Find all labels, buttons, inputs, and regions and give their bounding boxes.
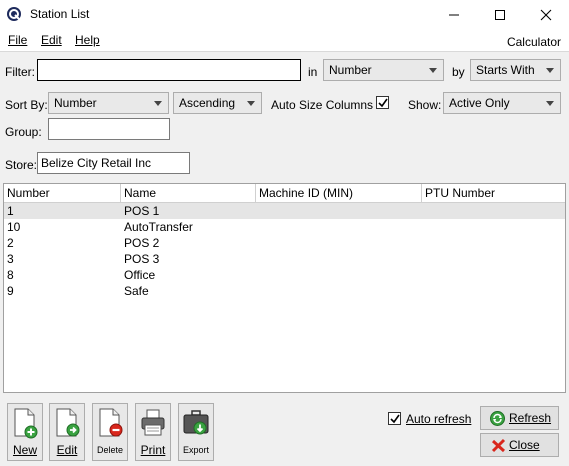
cell-name: POS 3 — [124, 252, 160, 266]
menu-calculator[interactable]: Calculator — [507, 35, 561, 49]
sort-field-dropdown[interactable]: Number — [48, 92, 169, 114]
menu-divider — [0, 51, 569, 52]
cell-name: AutoTransfer — [124, 220, 193, 234]
chevron-down-icon — [247, 101, 255, 106]
auto-refresh-label: Auto refresh — [406, 412, 472, 426]
menu-file[interactable]: File — [8, 33, 27, 47]
close-button-label: Close — [509, 438, 540, 452]
chevron-down-icon — [546, 68, 554, 73]
cell-number: 9 — [7, 284, 14, 298]
menu-bar: File Edit Help Calculator — [0, 29, 569, 51]
new-document-icon — [14, 408, 38, 439]
column-header-number[interactable]: Number — [4, 184, 121, 202]
checkmark-icon — [378, 98, 388, 108]
menu-edit[interactable]: Edit — [41, 33, 62, 47]
table-row[interactable]: 8 Office — [4, 267, 565, 283]
sort-field-value: Number — [54, 96, 97, 110]
table-row[interactable]: 1 POS 1 — [4, 203, 565, 219]
filter-in-dropdown[interactable]: Number — [323, 59, 444, 81]
store-value: Belize City Retail Inc — [41, 156, 152, 170]
minimize-icon — [449, 14, 459, 15]
column-header-machine-id[interactable]: Machine ID (MIN) — [256, 184, 422, 202]
printer-icon — [141, 409, 165, 436]
table-row[interactable]: 3 POS 3 — [4, 251, 565, 267]
cell-number: 10 — [7, 220, 21, 234]
menu-file-label: File — [8, 33, 28, 47]
edit-button[interactable]: Edit — [49, 403, 85, 461]
delete-button[interactable]: Delete — [92, 403, 128, 461]
delete-button-label: Delete — [96, 445, 123, 455]
export-briefcase-icon — [183, 410, 209, 435]
auto-size-columns-label: Auto Size Columns — [271, 98, 374, 112]
new-button-label: New — [12, 443, 37, 457]
filter-by-label: by — [452, 65, 465, 79]
export-button[interactable]: Export — [178, 403, 214, 461]
filter-label: Filter: — [5, 65, 35, 79]
store-field[interactable]: Belize City Retail Inc — [37, 152, 190, 174]
cell-name: POS 2 — [124, 236, 160, 250]
auto-refresh-checkbox[interactable] — [388, 412, 401, 425]
store-label: Store: — [5, 158, 38, 172]
chevron-down-icon — [546, 101, 554, 106]
title-bar[interactable]: Station List — [0, 0, 569, 29]
edit-button-label: Edit — [56, 443, 78, 457]
close-icon — [540, 9, 552, 20]
show-value: Active Only — [449, 96, 510, 110]
show-dropdown[interactable]: Active Only — [443, 92, 561, 114]
sort-order-value: Ascending — [179, 96, 236, 110]
checkmark-icon — [390, 414, 400, 424]
edit-document-icon — [56, 408, 80, 437]
app-logo-icon — [7, 7, 21, 21]
window-title: Station List — [30, 7, 90, 21]
print-button-label: Print — [140, 443, 166, 457]
column-header-ptu-number[interactable]: PTU Number — [422, 184, 565, 202]
filter-in-label: in — [308, 65, 318, 79]
sort-by-label: Sort By: — [5, 98, 48, 112]
export-button-label: Export — [182, 445, 209, 455]
refresh-icon — [490, 411, 505, 426]
close-button[interactable]: Close — [480, 433, 559, 457]
refresh-button[interactable]: Refresh — [480, 406, 559, 430]
station-grid[interactable]: Number Name Machine ID (MIN) PTU Number … — [3, 183, 566, 393]
sort-order-dropdown[interactable]: Ascending — [173, 92, 262, 114]
cell-number: 3 — [7, 252, 14, 266]
filter-by-value: Starts With — [476, 63, 535, 77]
filter-by-dropdown[interactable]: Starts With — [470, 59, 561, 81]
cell-number: 2 — [7, 236, 14, 250]
cell-name: Safe — [124, 284, 149, 298]
menu-edit-label: Edit — [41, 33, 62, 47]
chevron-down-icon — [154, 101, 162, 106]
cell-number: 1 — [7, 204, 14, 218]
filter-in-value: Number — [329, 63, 372, 77]
table-row[interactable]: 10 AutoTransfer — [4, 219, 565, 235]
delete-document-icon — [99, 408, 123, 437]
auto-size-columns-checkbox[interactable] — [376, 96, 389, 109]
close-window-button[interactable] — [523, 0, 569, 29]
refresh-button-label: Refresh — [509, 411, 552, 425]
table-row[interactable]: 2 POS 2 — [4, 235, 565, 251]
new-button[interactable]: New — [7, 403, 43, 461]
menu-help[interactable]: Help — [75, 33, 100, 47]
chevron-down-icon — [429, 68, 437, 73]
column-header-name[interactable]: Name — [121, 184, 256, 202]
close-x-icon — [491, 438, 506, 453]
show-label: Show: — [408, 98, 442, 112]
table-row[interactable]: 9 Safe — [4, 283, 565, 299]
cell-number: 8 — [7, 268, 14, 282]
cell-name: Office — [124, 268, 156, 282]
grid-header: Number Name Machine ID (MIN) PTU Number — [4, 184, 565, 203]
maximize-button[interactable] — [477, 0, 523, 29]
minimize-button[interactable] — [431, 0, 477, 29]
station-list-window: Station List File Edit Help Calculator F… — [0, 0, 569, 466]
cell-name: POS 1 — [124, 204, 160, 218]
maximize-icon — [495, 9, 505, 20]
filter-input[interactable] — [37, 59, 301, 81]
print-button[interactable]: Print — [135, 403, 171, 461]
group-input[interactable] — [48, 118, 170, 140]
group-label: Group: — [5, 125, 42, 139]
menu-help-label: Help — [75, 33, 100, 47]
